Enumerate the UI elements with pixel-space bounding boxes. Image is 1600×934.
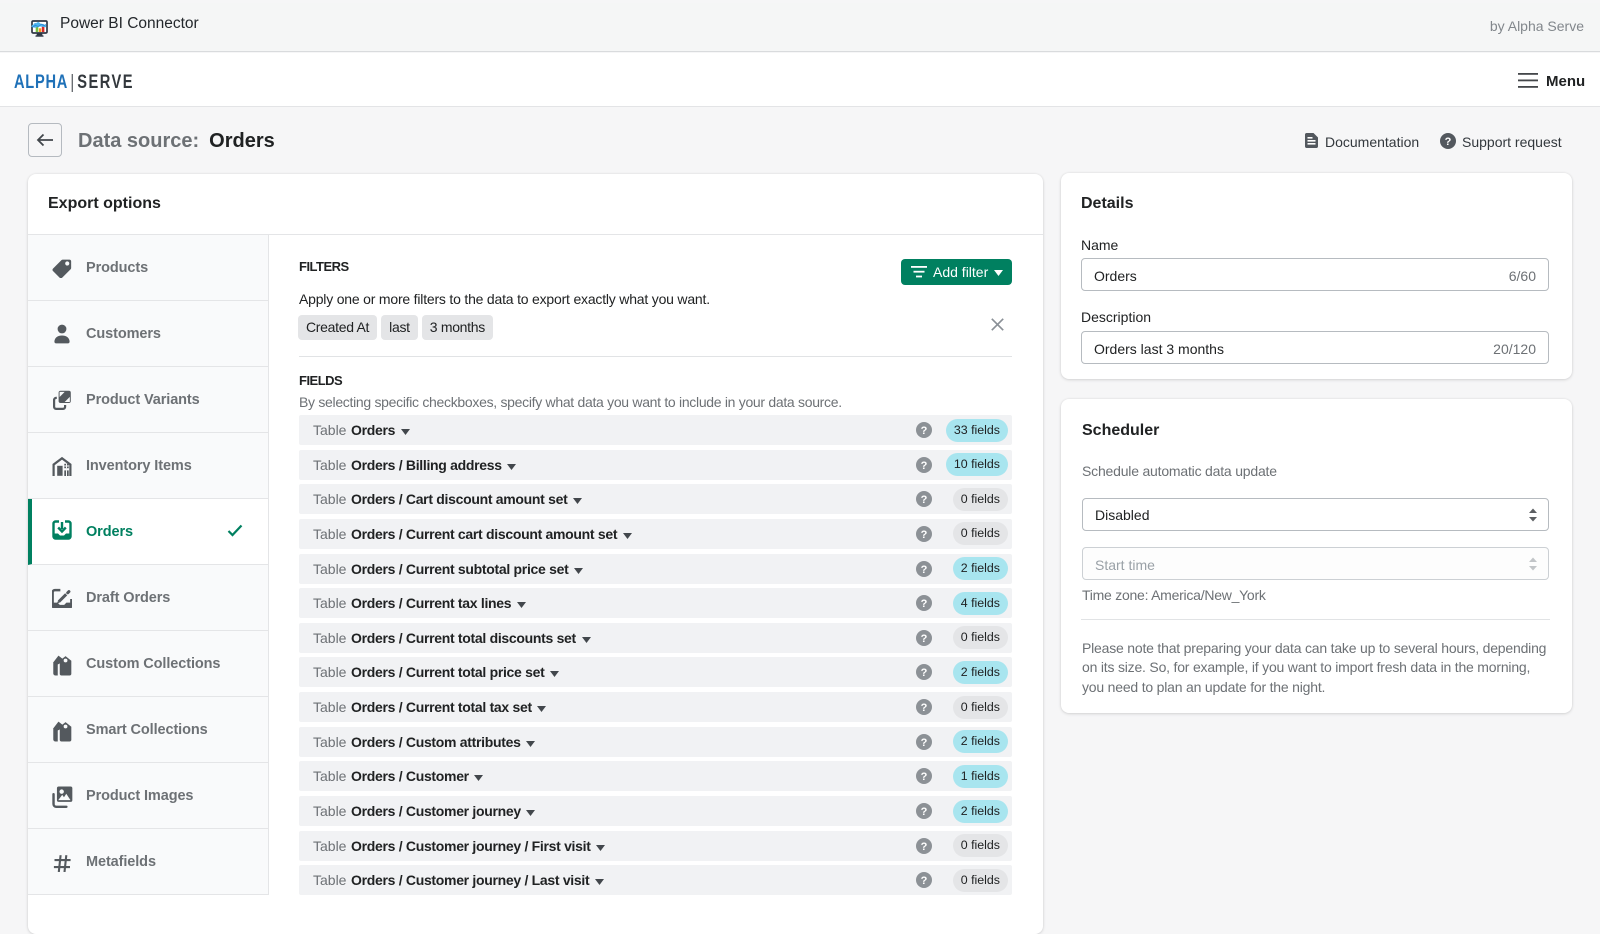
svg-text:?: ?: [921, 875, 928, 887]
svg-text:?: ?: [921, 806, 928, 818]
svg-text:?: ?: [1445, 136, 1452, 148]
svg-text:?: ?: [921, 564, 928, 576]
svg-text:?: ?: [921, 633, 928, 645]
svg-text:?: ?: [921, 841, 928, 853]
svg-text:?: ?: [921, 771, 928, 783]
svg-text:?: ?: [921, 598, 928, 610]
svg-text:?: ?: [921, 737, 928, 749]
svg-text:?: ?: [921, 460, 928, 472]
svg-text:?: ?: [921, 529, 928, 541]
svg-text:?: ?: [921, 702, 928, 714]
svg-text:?: ?: [921, 425, 928, 437]
svg-text:?: ?: [921, 494, 928, 506]
svg-text:?: ?: [921, 667, 928, 679]
